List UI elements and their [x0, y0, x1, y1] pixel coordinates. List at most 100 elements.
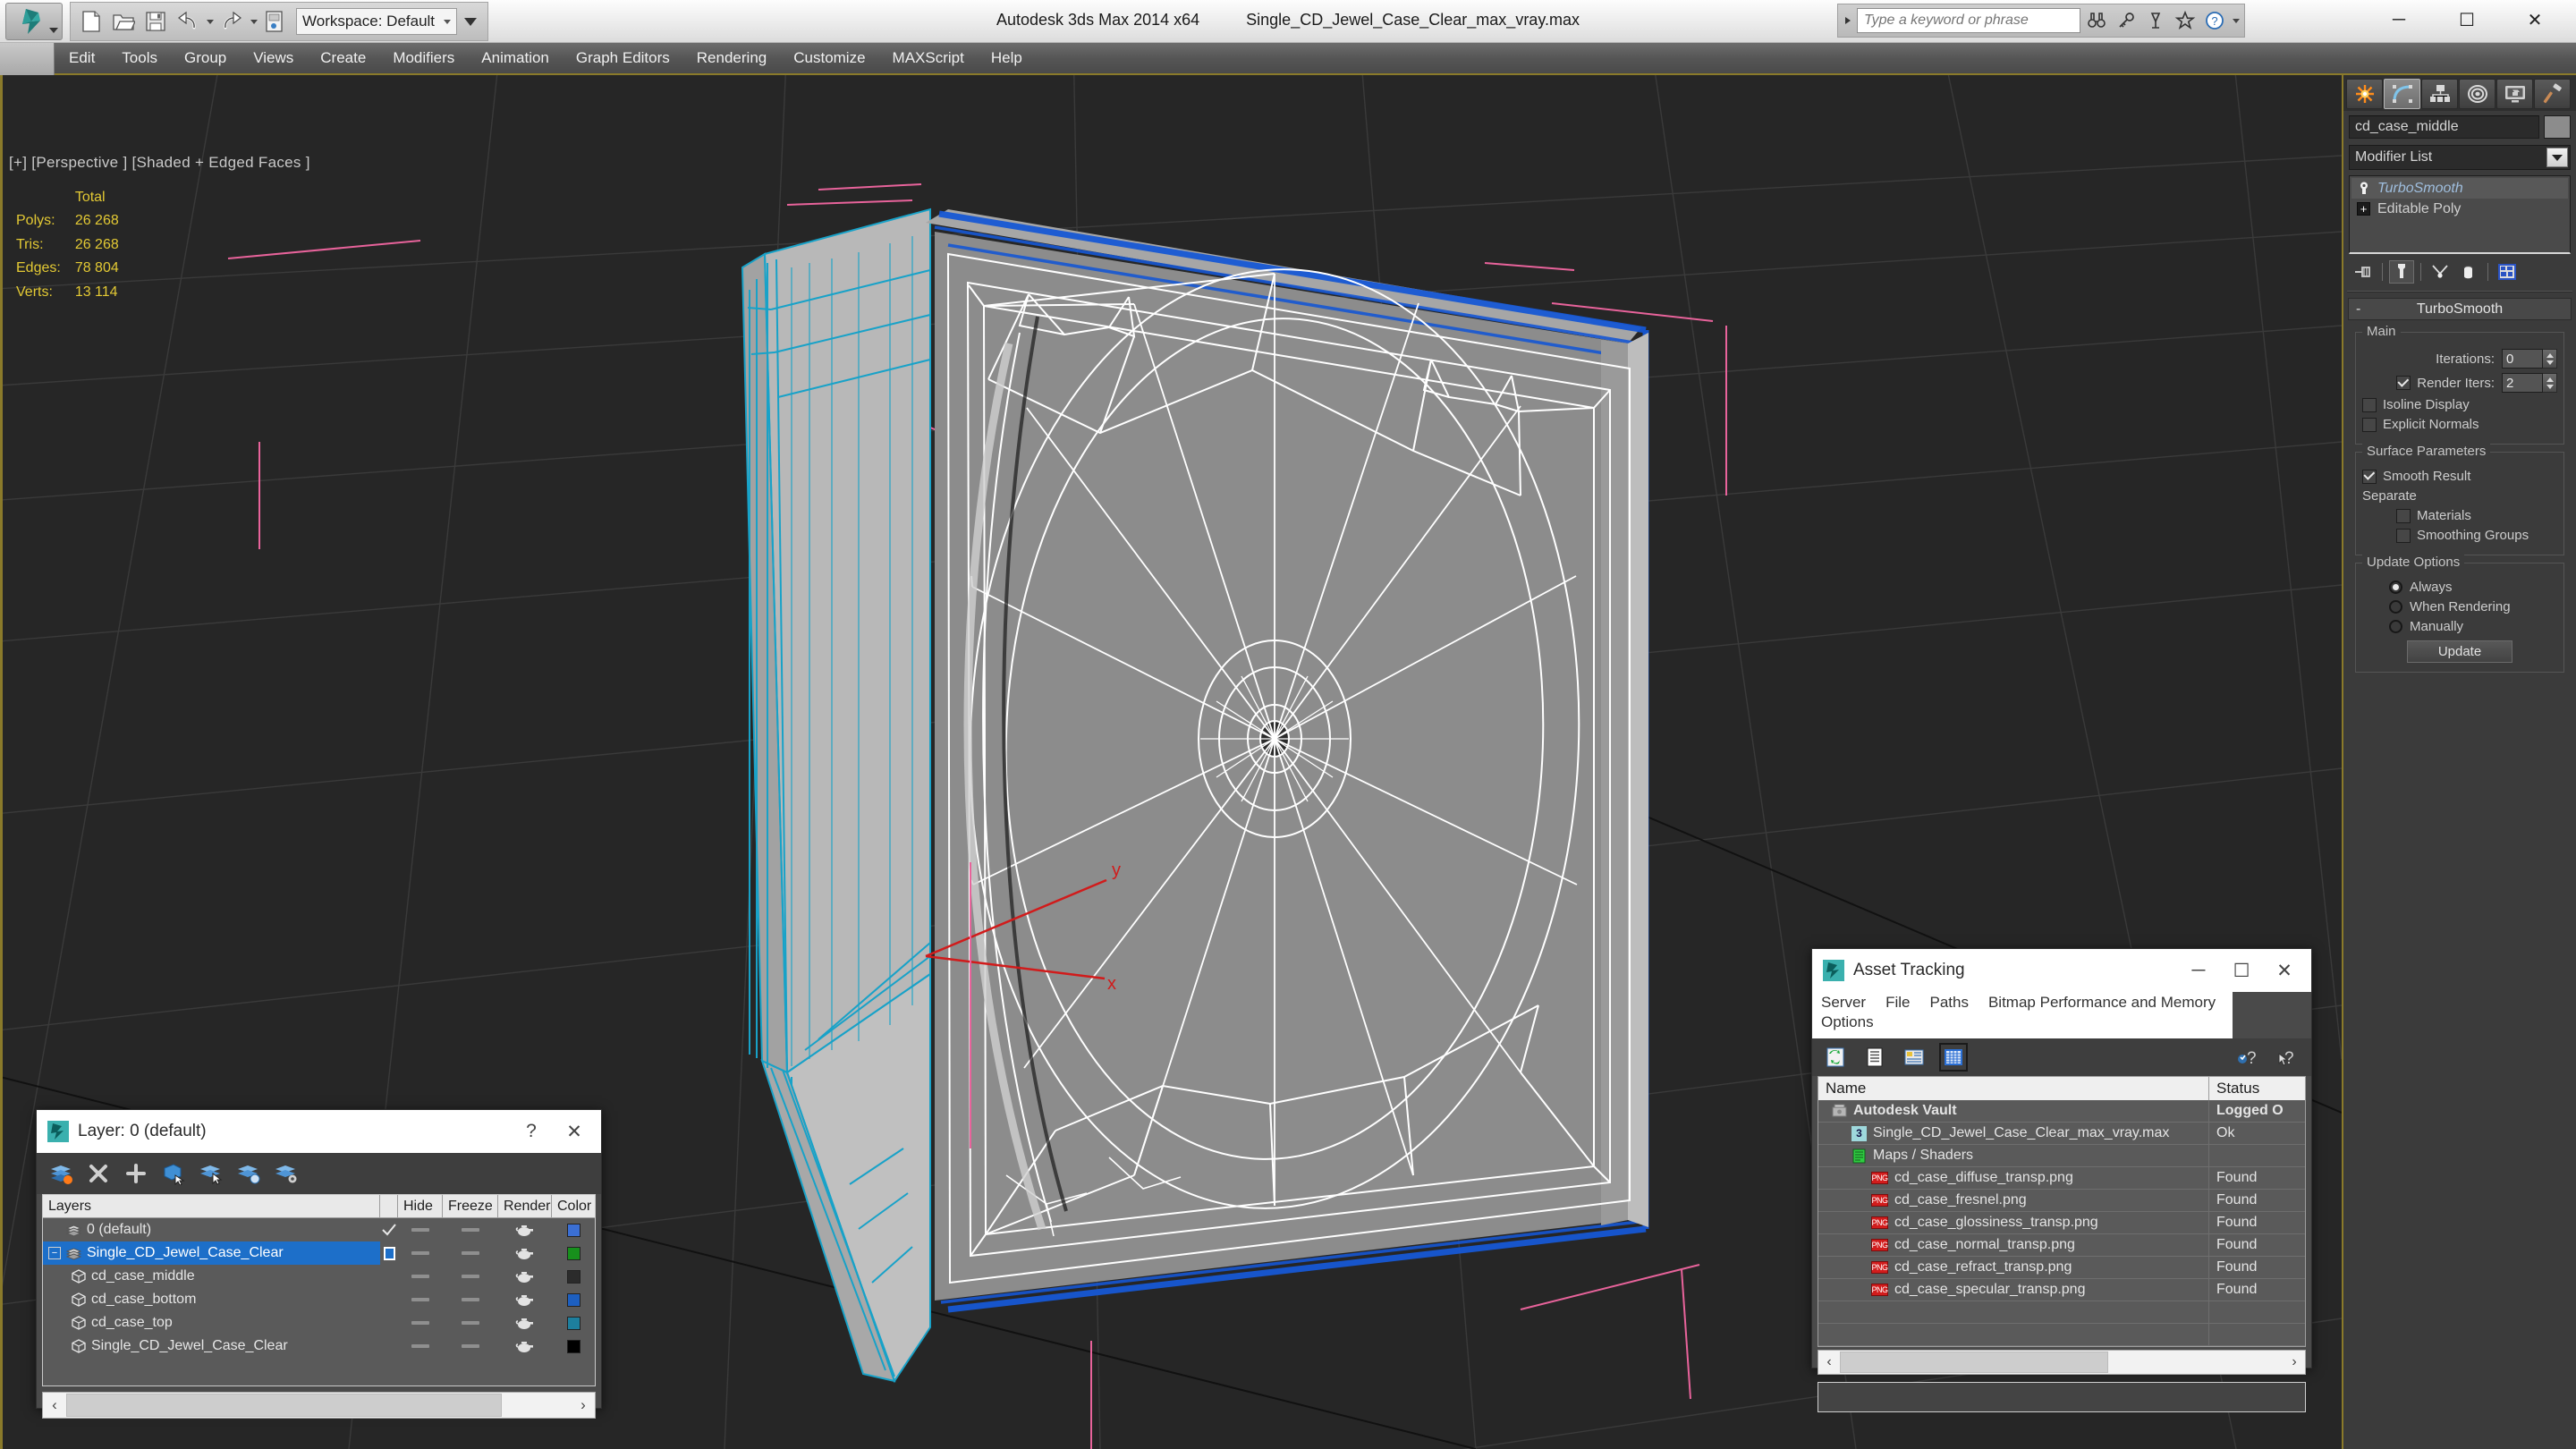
layer-column-header[interactable]: Hide: [398, 1195, 443, 1217]
color-swatch[interactable]: [567, 1317, 580, 1330]
layer-name-cell[interactable]: cd_case_middle: [43, 1265, 380, 1288]
layer-freeze-cell[interactable]: [443, 1265, 498, 1288]
menu-item-modifiers[interactable]: Modifiers: [379, 46, 468, 71]
layer-name-cell[interactable]: cd_case_top: [43, 1311, 380, 1335]
show-end-result-icon[interactable]: [2389, 260, 2414, 284]
make-layer-current-icon[interactable]: [47, 1160, 74, 1187]
hierarchy-tab[interactable]: [2421, 79, 2458, 109]
layer-scroll-right-arrow-icon[interactable]: ›: [572, 1393, 595, 1418]
rollout-header[interactable]: - TurboSmooth: [2348, 298, 2572, 320]
asset-name-cell[interactable]: PNGcd_case_specular_transp.png: [1818, 1279, 2209, 1301]
layer-freeze-cell[interactable]: [443, 1311, 498, 1335]
asset-dialog-minimize-button[interactable]: ─: [2177, 950, 2220, 991]
whats-this-help-icon[interactable]: ?: [2275, 1045, 2301, 1070]
asset-dialog-maximize-button[interactable]: ☐: [2220, 950, 2263, 991]
layer-column-header[interactable]: Layers: [43, 1195, 380, 1217]
layer-hide-cell[interactable]: [398, 1218, 443, 1241]
layer-hide-cell[interactable]: [398, 1335, 443, 1358]
always-radio[interactable]: [2389, 580, 2402, 594]
layer-render-cell[interactable]: [498, 1241, 552, 1265]
asset-scroll-left-arrow-icon[interactable]: ‹: [1818, 1351, 1840, 1374]
menu-item-create[interactable]: Create: [307, 46, 379, 71]
layer-scroll-thumb[interactable]: [66, 1394, 502, 1417]
asset-menu-options[interactable]: Options: [1821, 1013, 1874, 1031]
asset-row[interactable]: Autodesk VaultLogged O: [1818, 1100, 2305, 1123]
save-file-icon[interactable]: [140, 6, 171, 37]
asset-name-cell[interactable]: PNGcd_case_normal_transp.png: [1818, 1234, 2209, 1256]
grid-view-icon[interactable]: [1941, 1045, 1966, 1070]
star-icon[interactable]: [2172, 6, 2199, 35]
layer-current-cell[interactable]: [380, 1265, 398, 1288]
layer-name-cell[interactable]: cd_case_bottom: [43, 1288, 380, 1311]
asset-horizontal-scrollbar[interactable]: ‹ ›: [1818, 1350, 2306, 1375]
menu-item-tools[interactable]: Tools: [108, 46, 171, 71]
object-color-swatch[interactable]: [2544, 115, 2571, 139]
layer-current-cell[interactable]: [380, 1288, 398, 1311]
layer-color-cell[interactable]: [552, 1288, 595, 1311]
motion-tab[interactable]: [2459, 79, 2496, 109]
asset-menu-file[interactable]: File: [1885, 994, 1910, 1012]
layer-render-cell[interactable]: [498, 1265, 552, 1288]
layer-dialog[interactable]: Layer: 0 (default) ? ✕ LayersHideFreezeR…: [36, 1109, 602, 1409]
undo-dropdown-caret-icon[interactable]: [205, 6, 215, 37]
layer-freeze-cell[interactable]: [443, 1241, 498, 1265]
asset-menu-paths[interactable]: Paths: [1929, 994, 1968, 1012]
layer-hide-cell[interactable]: [398, 1241, 443, 1265]
asset-name-cell[interactable]: Autodesk Vault: [1818, 1100, 2209, 1122]
iterations-spinner-input[interactable]: [2502, 349, 2543, 369]
layer-freeze-cell[interactable]: [443, 1335, 498, 1358]
render-iters-spinner-arrows-icon[interactable]: [2543, 373, 2557, 393]
asset-row[interactable]: PNGcd_case_specular_transp.pngFound: [1818, 1279, 2305, 1301]
layer-dialog-close-button[interactable]: ✕: [553, 1111, 596, 1152]
configure-modifier-sets-icon[interactable]: [2495, 260, 2520, 284]
layer-render-cell[interactable]: [498, 1335, 552, 1358]
layer-scroll-left-arrow-icon[interactable]: ‹: [43, 1393, 66, 1418]
layer-list[interactable]: LayersHideFreezeRenderColor 0 (default)−…: [42, 1194, 596, 1386]
layer-render-cell[interactable]: [498, 1311, 552, 1335]
render-iters-spinner[interactable]: [2502, 373, 2557, 393]
maximize-button[interactable]: ☐: [2433, 2, 2501, 38]
materials-checkbox[interactable]: [2396, 509, 2411, 523]
render-iters-spinner-input[interactable]: [2502, 373, 2543, 393]
redo-icon[interactable]: [216, 6, 247, 37]
layer-column-header[interactable]: Freeze: [443, 1195, 498, 1217]
color-swatch[interactable]: [567, 1247, 580, 1260]
asset-row[interactable]: PNGcd_case_fresnel.pngFound: [1818, 1190, 2305, 1212]
list-view-icon[interactable]: [1862, 1045, 1887, 1070]
asset-tracking-dialog[interactable]: Asset Tracking ─ ☐ ✕ ServerFilePathsBitm…: [1811, 948, 2312, 1368]
layer-row[interactable]: 0 (default): [43, 1218, 595, 1241]
color-swatch[interactable]: [567, 1340, 580, 1353]
layer-current-cell[interactable]: [380, 1241, 398, 1265]
make-unique-icon[interactable]: [2428, 260, 2453, 284]
viewport-label[interactable]: [+] [Perspective ] [Shaded + Edged Faces…: [9, 154, 310, 172]
undo-icon[interactable]: [173, 6, 203, 37]
menu-item-graph-editors[interactable]: Graph Editors: [563, 46, 683, 71]
layer-properties-icon[interactable]: [273, 1160, 300, 1187]
select-objects-in-layer-icon[interactable]: [198, 1160, 225, 1187]
modifier-stack-item[interactable]: TurboSmooth: [2351, 178, 2568, 199]
new-file-icon[interactable]: [76, 6, 106, 37]
update-button[interactable]: Update: [2407, 640, 2512, 663]
color-swatch[interactable]: [567, 1293, 580, 1307]
iterations-spinner[interactable]: [2502, 349, 2557, 369]
refresh-icon[interactable]: [1823, 1045, 1848, 1070]
layer-row[interactable]: Single_CD_Jewel_Case_Clear: [43, 1335, 595, 1358]
layer-color-cell[interactable]: [552, 1311, 595, 1335]
smooth-result-checkbox[interactable]: [2362, 470, 2377, 484]
asset-menu-bitmap-performance-and-memory[interactable]: Bitmap Performance and Memory: [1988, 994, 2216, 1012]
layer-render-cell[interactable]: [498, 1288, 552, 1311]
asset-scroll-right-arrow-icon[interactable]: ›: [2284, 1351, 2305, 1374]
layer-freeze-cell[interactable]: [443, 1218, 498, 1241]
search-input[interactable]: [1857, 8, 2080, 33]
layer-hide-cell[interactable]: [398, 1288, 443, 1311]
layer-row[interactable]: cd_case_top: [43, 1311, 595, 1335]
select-highlighted-layers-icon[interactable]: [235, 1160, 262, 1187]
manually-radio[interactable]: [2389, 620, 2402, 633]
layer-column-header[interactable]: [380, 1195, 398, 1217]
set-project-folder-icon[interactable]: [260, 6, 291, 37]
layer-column-header[interactable]: Color: [552, 1195, 595, 1217]
asset-dialog-close-button[interactable]: ✕: [2263, 950, 2306, 991]
lamp-icon[interactable]: [2142, 6, 2169, 35]
light-bulb-icon[interactable]: [2357, 182, 2370, 195]
color-swatch[interactable]: [567, 1224, 580, 1237]
